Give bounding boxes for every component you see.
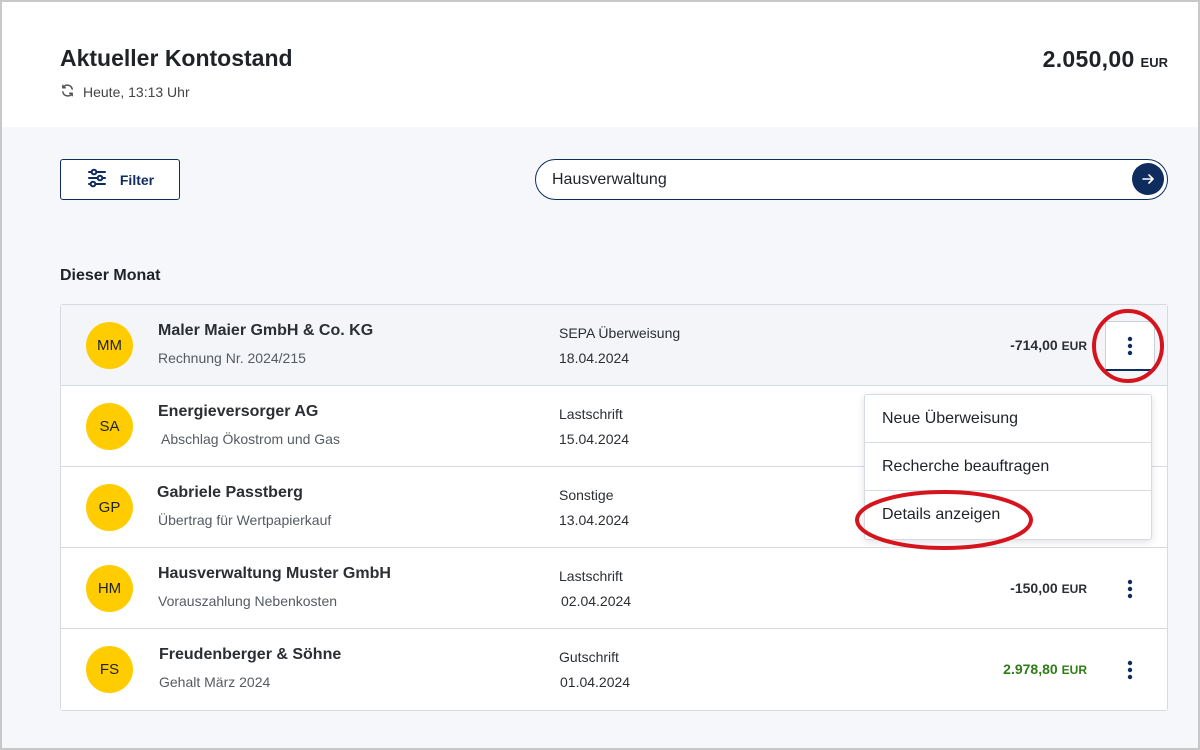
transaction-name: Hausverwaltung Muster GmbH — [158, 565, 391, 582]
refresh-icon[interactable] — [60, 83, 75, 101]
balance-amount: 2.050,00 — [1042, 46, 1135, 72]
menu-item-show-details[interactable]: Details anzeigen — [865, 491, 1151, 539]
transaction-description: Abschlag Ökostrom und Gas — [161, 431, 340, 447]
avatar: FS — [86, 646, 133, 693]
menu-item-request-research[interactable]: Recherche beauftragen — [865, 443, 1151, 491]
account-balance: 2.050,00 EUR — [1043, 46, 1168, 73]
transaction-type: Sonstige — [559, 487, 614, 503]
transaction-row[interactable]: MM Maler Maier GmbH & Co. KG Rechnung Nr… — [61, 305, 1167, 386]
search-field[interactable] — [535, 159, 1168, 200]
page-title: Aktueller Kontostand — [60, 45, 293, 71]
transaction-row[interactable]: FS Freudenberger & Söhne Gehalt März 202… — [61, 629, 1167, 710]
transaction-date: 15.04.2024 — [559, 431, 630, 447]
transaction-date: 13.04.2024 — [559, 512, 630, 528]
banking-app-window: Aktueller Kontostand Heute, 13:13 Uhr 2.… — [0, 0, 1200, 750]
amount-value: -714,00 — [1010, 337, 1058, 353]
transaction-description: Rechnung Nr. 2024/215 — [158, 350, 306, 366]
amount-value: 2.978,80 — [1003, 661, 1058, 677]
transaction-date: 02.04.2024 — [561, 593, 632, 609]
transaction-amount: -150,00 EUR — [1010, 580, 1087, 596]
transaction-description: Vorauszahlung Nebenkosten — [158, 593, 338, 609]
context-menu: Neue Überweisung Recherche beauftragen D… — [864, 394, 1152, 540]
arrow-right-icon — [1142, 174, 1154, 184]
kebab-menu-icon — [1127, 579, 1133, 599]
search-submit-button[interactable] — [1132, 163, 1164, 195]
amount-currency: EUR — [1061, 582, 1087, 596]
transaction-type: Lastschrift — [559, 406, 623, 422]
last-updated-text: Heute, 13:13 Uhr — [83, 84, 190, 100]
filter-label: Filter — [119, 171, 155, 188]
filter-button[interactable]: Filter — [60, 159, 180, 200]
last-updated: Heute, 13:13 Uhr — [60, 83, 190, 101]
transaction-row[interactable]: HM Hausverwaltung Muster GmbH Vorauszahl… — [61, 548, 1167, 629]
sliders-icon — [86, 167, 108, 192]
kebab-menu-icon — [1127, 336, 1133, 355]
transaction-amount: 2.978,80 EUR — [1003, 661, 1087, 677]
transaction-name: Maler Maier GmbH & Co. KG — [158, 322, 374, 339]
transaction-description: Übertrag für Wertpapierkauf — [158, 512, 332, 528]
more-options-button[interactable] — [1105, 321, 1155, 371]
transaction-name: Freudenberger & Söhne — [159, 646, 342, 663]
transaction-type: Lastschrift — [559, 568, 623, 584]
transaction-description: Gehalt März 2024 — [159, 674, 271, 690]
section-title: Dieser Monat — [60, 267, 161, 284]
transaction-date: 01.04.2024 — [560, 674, 631, 690]
more-options-button[interactable] — [1105, 645, 1155, 695]
transaction-amount: -714,00 EUR — [1010, 337, 1087, 353]
transaction-date: 18.04.2024 — [559, 350, 630, 366]
menu-item-new-transfer[interactable]: Neue Überweisung — [865, 395, 1151, 443]
avatar: SA — [86, 403, 133, 450]
transaction-type: Gutschrift — [559, 649, 619, 665]
avatar: MM — [86, 322, 133, 369]
avatar: HM — [86, 565, 133, 612]
balance-currency: EUR — [1140, 55, 1168, 70]
account-header: Aktueller Kontostand Heute, 13:13 Uhr 2.… — [2, 2, 1198, 127]
transaction-name: Energieversorger AG — [158, 403, 319, 420]
more-options-button[interactable] — [1105, 564, 1155, 614]
amount-currency: EUR — [1061, 663, 1087, 677]
avatar: GP — [86, 484, 133, 531]
kebab-menu-icon — [1127, 660, 1133, 680]
transaction-type: SEPA Überweisung — [559, 325, 681, 341]
search-input[interactable] — [552, 166, 1122, 193]
transaction-name: Gabriele Passtberg — [157, 484, 303, 501]
amount-currency: EUR — [1061, 339, 1087, 353]
amount-value: -150,00 — [1010, 580, 1058, 596]
